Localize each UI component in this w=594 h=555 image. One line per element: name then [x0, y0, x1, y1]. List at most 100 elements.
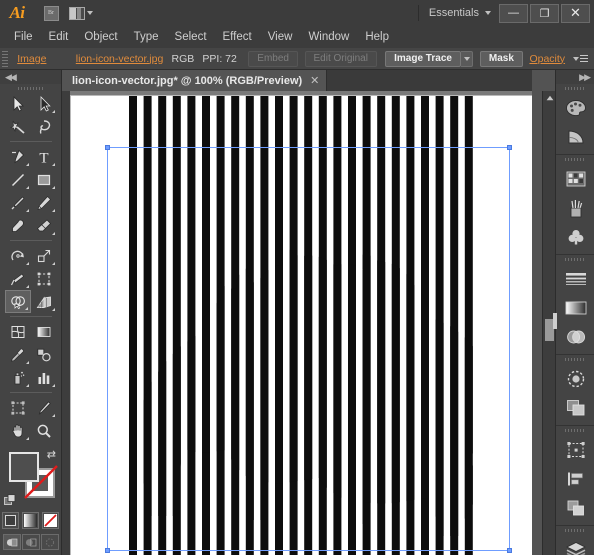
- dock-group-grip[interactable]: [556, 355, 594, 364]
- pen-tool[interactable]: [5, 145, 31, 168]
- gradient-panel-icon[interactable]: [556, 293, 594, 322]
- gradient-tool[interactable]: [31, 320, 57, 343]
- transparency-panel-icon[interactable]: [556, 322, 594, 351]
- canvas[interactable]: [62, 91, 532, 555]
- blend-tool[interactable]: [31, 343, 57, 366]
- default-fill-stroke-icon[interactable]: [4, 494, 16, 506]
- transform-panel-icon[interactable]: [556, 435, 594, 464]
- selection-tool[interactable]: [5, 92, 31, 115]
- swatches-panel-icon[interactable]: [556, 164, 594, 193]
- eraser-tool[interactable]: [31, 214, 57, 237]
- shape-builder-tool[interactable]: [5, 290, 31, 313]
- control-panel-menu-icon[interactable]: [573, 54, 589, 63]
- menu-help[interactable]: Help: [357, 29, 397, 45]
- dock-group-grip[interactable]: [556, 426, 594, 435]
- dock-collapse-button[interactable]: ▶▶: [556, 70, 594, 84]
- dock-group-grip[interactable]: [556, 255, 594, 264]
- symbol-sprayer-tool[interactable]: [5, 366, 31, 389]
- opacity-link[interactable]: Opacity: [529, 53, 565, 65]
- brushes-panel-icon[interactable]: [556, 193, 594, 222]
- edit-original-button[interactable]: Edit Original: [304, 50, 377, 67]
- dock-group-grip[interactable]: [556, 84, 594, 93]
- hand-tool[interactable]: [5, 419, 31, 442]
- gradient-button[interactable]: [22, 512, 39, 529]
- control-bar-grip[interactable]: [2, 50, 8, 67]
- eyedropper-tool[interactable]: [5, 343, 31, 366]
- color-button[interactable]: [2, 512, 19, 529]
- mask-button[interactable]: Mask: [479, 50, 523, 67]
- stroke-panel-icon[interactable]: [556, 264, 594, 293]
- menu-view[interactable]: View: [260, 29, 301, 45]
- scale-tool[interactable]: [31, 244, 57, 267]
- image-trace-button[interactable]: Image Trace: [385, 50, 461, 67]
- tools-collapse-button[interactable]: ◀◀: [0, 70, 61, 84]
- tools-panel-grip[interactable]: [0, 84, 61, 92]
- menu-edit[interactable]: Edit: [41, 29, 77, 45]
- embed-button[interactable]: Embed: [248, 50, 298, 67]
- artboard-tool[interactable]: [5, 396, 31, 419]
- maximize-button[interactable]: ❐: [530, 3, 559, 23]
- dock-group-swatches: [556, 155, 594, 255]
- menu-file[interactable]: File: [6, 29, 41, 45]
- document-tab[interactable]: lion-icon-vector.jpg* @ 100% (RGB/Previe…: [62, 70, 328, 91]
- color-guide-panel-icon[interactable]: [556, 122, 594, 151]
- image-trace-preset-dropdown[interactable]: [460, 50, 474, 67]
- symbols-panel-icon[interactable]: [556, 222, 594, 251]
- illustrator-window: Ai Br Essentials — ❐ ✕ File Edit Object …: [0, 0, 594, 555]
- draw-normal-button[interactable]: [2, 534, 21, 550]
- workspace-switcher[interactable]: Essentials: [417, 5, 497, 21]
- striped-lion-artwork[interactable]: [71, 96, 532, 555]
- slice-tool[interactable]: [31, 396, 57, 419]
- object-type-link[interactable]: Image: [17, 53, 46, 65]
- type-tool[interactable]: T: [31, 145, 57, 168]
- zoom-tool[interactable]: [31, 419, 57, 442]
- dock-edge-handle[interactable]: [553, 313, 557, 329]
- color-mode-label: RGB: [171, 52, 195, 65]
- minimize-button[interactable]: —: [499, 3, 528, 23]
- draw-inside-button[interactable]: [40, 534, 59, 550]
- linked-file-link[interactable]: lion-icon-vector.jpg: [76, 53, 164, 65]
- tool-grid: T: [0, 92, 62, 442]
- swap-fill-stroke-icon[interactable]: ⇄: [47, 448, 56, 461]
- align-panel-icon[interactable]: [556, 464, 594, 493]
- layers-panel-icon[interactable]: [556, 535, 594, 555]
- fill-swatch[interactable]: [9, 452, 39, 482]
- width-tool[interactable]: [5, 267, 31, 290]
- appearance-panel-icon[interactable]: [556, 364, 594, 393]
- perspective-grid-tool[interactable]: [31, 290, 57, 313]
- menu-type[interactable]: Type: [126, 29, 167, 45]
- rectangle-tool[interactable]: [31, 168, 57, 191]
- magic-wand-tool[interactable]: [5, 115, 31, 138]
- mesh-tool[interactable]: [5, 320, 31, 343]
- bridge-button[interactable]: Br: [38, 3, 64, 23]
- bridge-icon: Br: [43, 5, 59, 21]
- graphic-styles-panel-icon[interactable]: [556, 393, 594, 422]
- blob-brush-tool[interactable]: [5, 214, 31, 237]
- column-graph-tool[interactable]: [31, 366, 57, 389]
- none-button[interactable]: [42, 512, 59, 529]
- menu-window[interactable]: Window: [300, 29, 357, 45]
- free-transform-tool[interactable]: [31, 267, 57, 290]
- menu-object[interactable]: Object: [76, 29, 125, 45]
- line-segment-tool[interactable]: [5, 168, 31, 191]
- tools-panel: ◀◀ T ⇄: [0, 70, 62, 555]
- close-icon[interactable]: ✕: [310, 74, 319, 87]
- canvas-left-gutter: [62, 91, 70, 555]
- arrange-documents-icon: [69, 6, 93, 20]
- paintbrush-tool[interactable]: [5, 191, 31, 214]
- pathfinder-panel-icon[interactable]: [556, 493, 594, 522]
- dock-group-grip[interactable]: [556, 155, 594, 164]
- menu-bar: File Edit Object Type Select Effect View…: [0, 26, 594, 48]
- close-button[interactable]: ✕: [561, 3, 590, 23]
- draw-behind-button[interactable]: [21, 534, 40, 550]
- direct-selection-tool[interactable]: [31, 92, 57, 115]
- lasso-tool[interactable]: [31, 115, 57, 138]
- menu-select[interactable]: Select: [167, 29, 215, 45]
- arrange-documents-button[interactable]: [68, 3, 94, 23]
- color-mode-buttons: [0, 512, 61, 529]
- rotate-tool[interactable]: [5, 244, 31, 267]
- dock-group-grip[interactable]: [556, 526, 594, 535]
- menu-effect[interactable]: Effect: [215, 29, 260, 45]
- color-panel-icon[interactable]: [556, 93, 594, 122]
- pencil-tool[interactable]: [31, 191, 57, 214]
